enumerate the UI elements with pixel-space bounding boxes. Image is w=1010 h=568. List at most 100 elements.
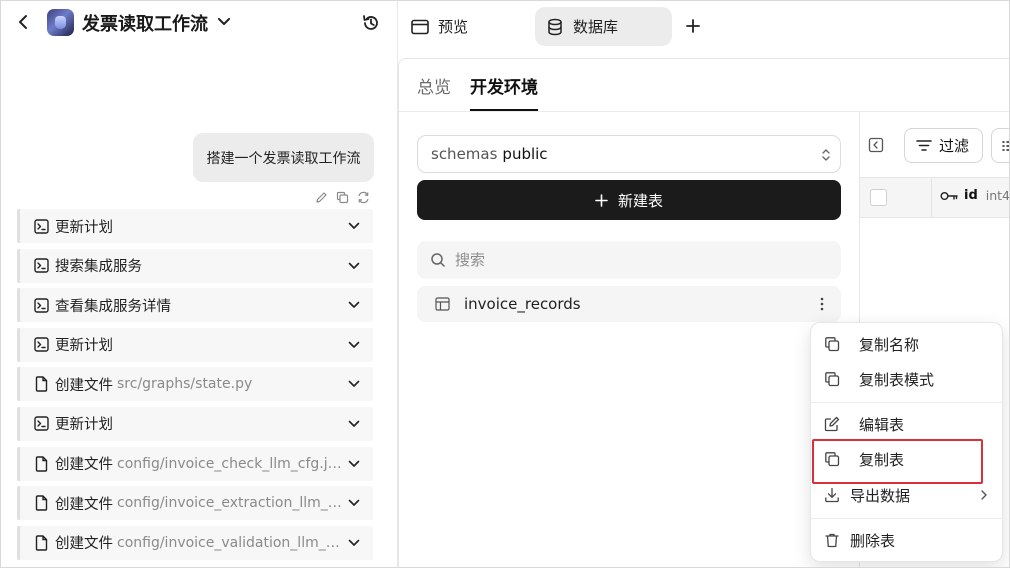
copy-icon[interactable] (335, 190, 349, 204)
step-item[interactable]: 更新计划 (17, 406, 373, 441)
menu-label: 编辑表 (859, 416, 905, 434)
environment-tabs: 总览 开发环境 (399, 59, 1009, 112)
chevron-down-icon[interactable] (347, 257, 361, 275)
chevron-updown-icon (820, 146, 832, 164)
chevron-down-icon[interactable] (347, 336, 361, 354)
chevron-down-icon[interactable] (347, 415, 361, 433)
table-icon (434, 296, 450, 312)
retry-icon[interactable] (356, 190, 370, 204)
step-label: 创建文件 (55, 457, 113, 474)
message-actions (314, 189, 374, 205)
schema-select[interactable]: schemas public (417, 135, 841, 173)
step-item[interactable]: 查看集成服务详情 (17, 288, 373, 323)
schema-select-key: schemas (431, 145, 498, 163)
step-file-path: src/graphs/state.py (117, 376, 253, 393)
list-icon (1002, 140, 1009, 151)
menu-item-delete-table[interactable]: 删除表 (811, 523, 1004, 557)
terminal-icon (34, 416, 49, 432)
plus-icon (595, 193, 609, 207)
table-context-menu: 复制名称 复制表模式 编辑表 复制表 导出数据 删除表 (810, 322, 1004, 562)
menu-item-duplicate-table[interactable]: 复制表 (811, 442, 1004, 476)
schema-select-value: public (502, 145, 548, 163)
select-all-checkbox[interactable] (870, 189, 887, 206)
tab-dev-environment[interactable]: 开发环境 (470, 73, 538, 111)
step-file-path: config/invoice_check_llm_cfg.json (117, 455, 342, 472)
tab-preview[interactable]: 预览 (400, 7, 520, 46)
back-arrow-icon[interactable] (13, 11, 33, 33)
history-icon[interactable] (360, 12, 382, 34)
terminal-icon (34, 297, 49, 313)
column-type: int4 (985, 188, 1010, 203)
chevron-down-icon[interactable] (347, 375, 361, 393)
terminal-icon (34, 218, 49, 234)
chevron-down-icon[interactable] (347, 534, 361, 552)
database-icon (545, 17, 565, 37)
step-item[interactable]: 更新计划 (17, 327, 373, 362)
grid-toolbar: 过滤 (860, 112, 1009, 178)
chevron-right-icon (979, 488, 989, 502)
step-item[interactable]: 更新计划 (17, 209, 373, 243)
step-item[interactable]: 创建文件 src/graphs/state.py (17, 367, 373, 402)
trash-icon (824, 532, 840, 548)
step-item[interactable]: 创建文件 config/invoice_check_llm_cfg.json (17, 446, 373, 481)
menu-label: 复制表模式 (859, 371, 935, 389)
step-label: 更新计划 (55, 219, 113, 236)
menu-label: 复制表 (859, 451, 905, 469)
new-table-button[interactable]: 新建表 (417, 180, 841, 220)
filter-button[interactable]: 过滤 (904, 128, 983, 163)
chevron-down-icon[interactable] (347, 494, 361, 512)
terminal-icon (34, 258, 49, 273)
terminal-icon (34, 337, 49, 352)
step-label: 更新计划 (55, 338, 113, 355)
edit-icon (824, 416, 840, 432)
step-label: 创建文件 (55, 377, 113, 394)
top-tab-bar: 预览 数据库 (398, 1, 1009, 57)
step-label: 搜索集成服务 (55, 259, 142, 276)
filter-icon (916, 139, 932, 153)
menu-label: 删除表 (850, 532, 896, 550)
column-divider (931, 178, 932, 218)
grid-header-row: id int4 (860, 178, 1010, 218)
step-item[interactable]: 创建文件config/invoice_validation_llm_cfg.js… (17, 525, 373, 560)
menu-item-copy-name[interactable]: 复制名称 (811, 327, 1004, 361)
copy-icon (824, 451, 840, 467)
app-title[interactable]: 发票读取工作流 (82, 10, 208, 36)
download-icon (824, 487, 840, 503)
copy-icon (824, 336, 840, 352)
menu-item-copy-schema[interactable]: 复制表模式 (811, 362, 1004, 396)
chevron-down-icon[interactable] (347, 296, 361, 314)
chat-panel: 发票读取工作流 搭建一个发票读取工作流 更新计划 搜索集成服务 查看集成服务详情 更新… (1, 1, 398, 567)
tab-overview[interactable]: 总览 (417, 73, 451, 111)
chat-header: 发票读取工作流 (1, 1, 398, 45)
step-file-path: config/invoice_validation_llm_cfg.json (117, 534, 342, 551)
search-icon (430, 252, 446, 268)
copy-icon (824, 371, 840, 387)
step-item[interactable]: 搜索集成服务 (17, 248, 373, 283)
chevron-down-icon[interactable] (347, 455, 361, 473)
step-item[interactable]: 创建文件config/invoice_extraction_llm_cfg.js… (17, 486, 373, 521)
search-input[interactable] (455, 251, 815, 269)
key-icon (940, 190, 958, 202)
file-icon (34, 535, 49, 551)
column-name: id (964, 188, 978, 203)
user-message-bubble: 搭建一个发票读取工作流 (193, 133, 374, 182)
step-label: 创建文件 (55, 536, 113, 553)
list-options-button[interactable] (991, 128, 1009, 163)
menu-item-edit-table[interactable]: 编辑表 (811, 407, 1004, 441)
menu-item-export-data[interactable]: 导出数据 (811, 478, 1004, 512)
file-icon (34, 455, 49, 472)
step-label: 创建文件 (55, 496, 113, 513)
filter-label: 过滤 (939, 137, 970, 155)
table-list-item[interactable]: invoice_records (417, 286, 841, 322)
collapse-sidebar-icon[interactable] (867, 136, 885, 154)
column-header-id[interactable]: id int4 (940, 188, 1010, 203)
tab-database[interactable]: 数据库 (535, 7, 672, 46)
more-vertical-icon[interactable] (811, 292, 833, 316)
chevron-down-icon[interactable] (215, 12, 233, 32)
add-tab-icon[interactable] (682, 15, 704, 37)
app-logo (47, 9, 74, 36)
step-label: 查看集成服务详情 (55, 298, 171, 315)
edit-icon[interactable] (314, 190, 328, 204)
step-label: 更新计划 (55, 417, 113, 434)
chevron-down-icon[interactable] (347, 217, 361, 235)
